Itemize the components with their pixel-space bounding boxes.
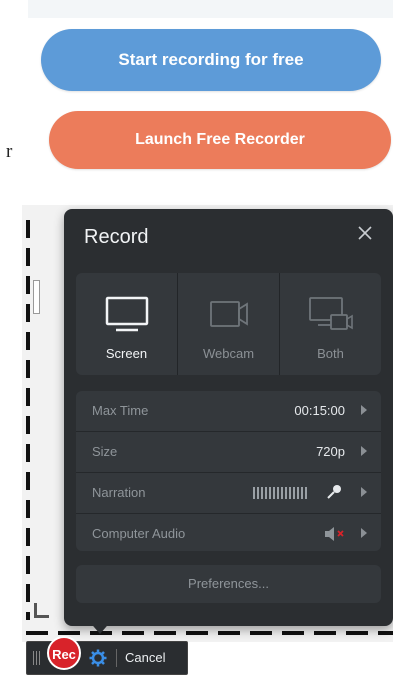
start-recording-button[interactable]: Start recording for free xyxy=(41,29,381,91)
mode-both-button[interactable]: Both xyxy=(279,273,381,375)
capture-border-left xyxy=(26,220,30,620)
recorder-toolbar: Rec Cancel xyxy=(26,636,188,675)
row-label: Size xyxy=(92,444,118,459)
mode-webcam-button[interactable]: Webcam xyxy=(177,273,279,375)
gear-icon[interactable] xyxy=(89,649,107,667)
chevron-right-icon xyxy=(361,528,367,538)
max-time-value: 00:15:00 xyxy=(294,403,345,418)
max-time-row[interactable]: Max Time 00:15:00 xyxy=(76,391,381,432)
record-panel: Record Screen Webcam Both Max Time 00:15… xyxy=(64,209,393,626)
resize-handle[interactable] xyxy=(33,280,40,314)
launch-recorder-button[interactable]: Launch Free Recorder xyxy=(49,111,391,169)
row-label: Computer Audio xyxy=(92,526,186,541)
cropped-text: r xyxy=(6,141,13,162)
mode-label: Screen xyxy=(105,346,148,361)
chevron-right-icon xyxy=(361,405,367,415)
screen-webcam-icon xyxy=(308,297,353,330)
drag-grip-icon[interactable] xyxy=(33,651,41,665)
size-row[interactable]: Size 720p xyxy=(76,432,381,473)
settings-list: Max Time 00:15:00 Size 720p Narration Co… xyxy=(76,391,381,551)
chevron-right-icon xyxy=(361,487,367,497)
capture-border-bottom xyxy=(26,631,393,635)
microphone-icon xyxy=(327,485,341,499)
monitor-icon xyxy=(105,296,148,332)
row-label: Narration xyxy=(92,485,146,500)
capture-mode-selector: Screen Webcam Both xyxy=(76,273,381,375)
mode-label: Webcam xyxy=(202,346,255,361)
narration-row[interactable]: Narration xyxy=(76,473,381,514)
cancel-button[interactable]: Cancel xyxy=(125,650,165,665)
rec-button[interactable]: Rec xyxy=(47,636,81,670)
size-value: 720p xyxy=(316,444,345,459)
webcam-icon xyxy=(209,301,248,327)
mode-label: Both xyxy=(317,346,344,361)
panel-pointer xyxy=(88,620,112,634)
chevron-right-icon xyxy=(361,446,367,456)
audio-level-meter xyxy=(253,487,309,499)
panel-title: Record xyxy=(84,226,149,248)
row-label: Max Time xyxy=(92,403,149,418)
toolbar-divider xyxy=(116,649,117,667)
close-icon[interactable] xyxy=(355,223,375,243)
computer-audio-row[interactable]: Computer Audio xyxy=(76,514,381,554)
mode-screen-button[interactable]: Screen xyxy=(76,273,177,375)
corner-resize-handle[interactable] xyxy=(34,603,49,618)
speaker-muted-icon xyxy=(325,527,344,541)
header-band xyxy=(28,0,393,18)
preferences-button[interactable]: Preferences... xyxy=(76,565,381,603)
